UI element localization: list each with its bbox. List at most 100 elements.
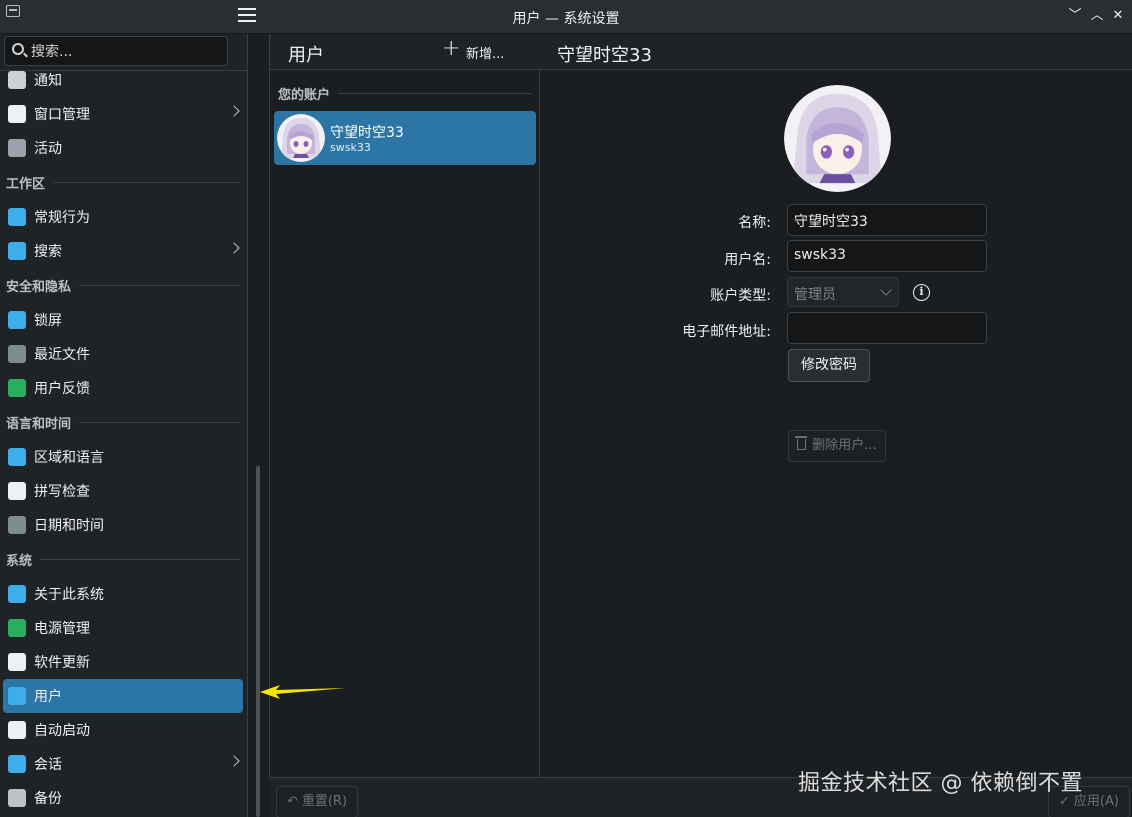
- avatar: [277, 114, 325, 162]
- sidebar-item-label: 关于此系统: [34, 587, 104, 603]
- watermark: 掘金技术社区 @ 依赖倒不置: [798, 771, 1083, 796]
- sidebar-item[interactable]: 最近文件: [0, 337, 248, 371]
- email-label: 电子邮件地址:: [682, 324, 771, 340]
- spellcheck-icon: [8, 482, 26, 500]
- backup-icon: [8, 789, 26, 807]
- window-title: 用户 — 系统设置: [512, 11, 620, 27]
- sidebar-item-label: 常规行为: [34, 210, 90, 226]
- minimize-button[interactable]: ﹀: [1066, 7, 1084, 25]
- account-type-label: 账户类型:: [710, 288, 771, 304]
- sidebar-section-header: 工作区: [0, 165, 248, 200]
- close-button[interactable]: ✕: [1109, 7, 1127, 25]
- hamburger-menu-icon[interactable]: [238, 8, 256, 22]
- sidebar-section-header: 安全和隐私: [0, 268, 248, 303]
- sidebar-item[interactable]: 搜索: [0, 234, 248, 268]
- name-field[interactable]: 守望时空33: [787, 204, 987, 236]
- bell-icon: [8, 71, 26, 89]
- sidebar-item-label: 最近文件: [34, 347, 90, 363]
- user-avatar-large[interactable]: [784, 85, 891, 192]
- sidebar-item[interactable]: 电源管理: [0, 611, 248, 645]
- reset-button[interactable]: ↶ 重置(R): [276, 786, 358, 817]
- account-type-value: 管理员: [794, 287, 836, 303]
- sidebar-item-label: 窗口管理: [34, 107, 90, 123]
- email-field[interactable]: [787, 312, 987, 344]
- trash-icon: [795, 436, 808, 450]
- sidebar-section-header: 语言和时间: [0, 405, 248, 440]
- sidebar-item[interactable]: 通知: [0, 71, 248, 97]
- window-icon: [8, 105, 26, 123]
- sidebar-scrollbar[interactable]: [256, 466, 260, 817]
- sidebar-item[interactable]: 窗口管理: [0, 97, 248, 131]
- user-list-item-username: swsk33: [330, 141, 371, 154]
- power-icon: [8, 619, 26, 637]
- undo-icon: ↶: [286, 794, 298, 809]
- sidebar-nav: 通知窗口管理活动工作区常规行为搜索安全和隐私锁屏最近文件用户反馈语言和时间区域和…: [0, 71, 248, 817]
- add-user-button[interactable]: + 新增...: [442, 36, 505, 62]
- sidebar-item[interactable]: 锁屏: [0, 303, 248, 337]
- sidebar-item[interactable]: 会话: [0, 747, 248, 781]
- page-title: 用户: [288, 45, 324, 66]
- window-titlebar: 用户 — 系统设置 ﹀ ︿ ✕: [0, 0, 1132, 34]
- sidebar-item[interactable]: 日期和时间: [0, 508, 248, 542]
- sidebar-section-label: 工作区: [6, 177, 46, 192]
- change-password-button[interactable]: 修改密码: [788, 349, 870, 382]
- accounts-section-header: 您的账户: [278, 84, 532, 103]
- user-detail-header: 守望时空33: [541, 34, 1132, 70]
- plus-icon: +: [442, 36, 461, 61]
- account-type-select[interactable]: 管理员: [787, 277, 899, 307]
- chevron-down-icon: [880, 284, 892, 296]
- sidebar-section-label: 系统: [6, 554, 33, 569]
- sidebar-section-header: 系统: [0, 542, 248, 577]
- sidebar: 通知窗口管理活动工作区常规行为搜索安全和隐私锁屏最近文件用户反馈语言和时间区域和…: [0, 34, 248, 817]
- user-list-item[interactable]: 守望时空33 swsk33: [274, 111, 536, 165]
- lock-screen-icon: [8, 311, 26, 329]
- divider: [79, 285, 240, 286]
- delete-user-button[interactable]: 删除用户...: [788, 430, 886, 462]
- search-icon: [8, 242, 26, 260]
- sidebar-item-label: 锁屏: [34, 313, 62, 329]
- sidebar-section-label: 安全和隐私: [6, 280, 72, 295]
- clock-icon: [8, 516, 26, 534]
- sidebar-item[interactable]: 自动启动: [0, 713, 248, 747]
- general-behavior-icon: [8, 208, 26, 226]
- search-icon: [12, 43, 24, 55]
- info-icon[interactable]: i: [913, 284, 930, 301]
- sidebar-item[interactable]: 软件更新: [0, 645, 248, 679]
- search-input[interactable]: [31, 42, 221, 62]
- sidebar-item[interactable]: 用户反馈: [0, 371, 248, 405]
- users-icon: [8, 687, 26, 705]
- delete-user-label: 删除用户...: [812, 438, 877, 453]
- add-user-label: 新增...: [466, 47, 505, 62]
- sidebar-item[interactable]: 关于此系统: [0, 577, 248, 611]
- sidebar-item-label: 搜索: [34, 244, 62, 260]
- sidebar-item-label: 用户反馈: [34, 381, 90, 397]
- username-field[interactable]: swsk33: [787, 240, 987, 272]
- sidebar-item-label: 电源管理: [34, 621, 90, 637]
- user-detail-pane: 守望时空33 名称: 守望时空33 用户名: swsk33 账户类型: 管理员 …: [541, 34, 1132, 777]
- user-detail-title: 守望时空33: [557, 45, 652, 66]
- sidebar-item[interactable]: 备份: [0, 781, 248, 815]
- divider: [53, 182, 240, 183]
- sidebar-item-label: 备份: [34, 791, 62, 807]
- info-icon: [8, 585, 26, 603]
- sidebar-item-label: 自动启动: [34, 723, 90, 739]
- sidebar-item[interactable]: 常规行为: [0, 200, 248, 234]
- chevron-right-icon: [228, 105, 240, 117]
- sidebar-item-label: 区域和语言: [34, 450, 104, 466]
- region-icon: [8, 448, 26, 466]
- sidebar-item-label: 活动: [34, 141, 62, 157]
- user-list-item-name: 守望时空33: [330, 125, 404, 141]
- sidebar-item[interactable]: 用户: [3, 679, 243, 713]
- sidebar-item[interactable]: 活动: [0, 131, 248, 165]
- sidebar-item-label: 日期和时间: [34, 518, 104, 534]
- sidebar-item[interactable]: 拼写检查: [0, 474, 248, 508]
- sidebar-item[interactable]: 区域和语言: [0, 440, 248, 474]
- search-box[interactable]: [4, 36, 228, 66]
- sidebar-section-label: 语言和时间: [6, 417, 72, 432]
- sidebar-item-label: 用户: [34, 689, 62, 705]
- update-icon: [8, 653, 26, 671]
- accounts-section-label: 您的账户: [278, 88, 331, 103]
- maximize-button[interactable]: ︿: [1088, 7, 1106, 25]
- name-label: 名称:: [738, 215, 771, 231]
- username-label: 用户名:: [724, 252, 771, 268]
